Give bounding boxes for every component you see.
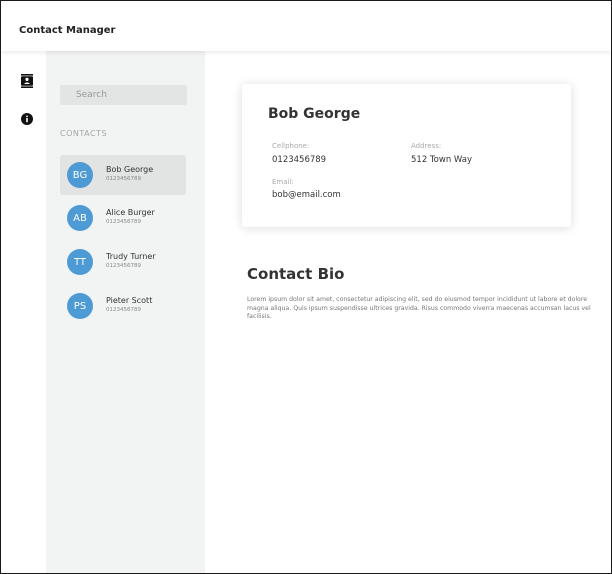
contact-bio-title: Contact Bio: [247, 265, 345, 283]
contact-item-pieter-scott[interactable]: PS Pieter Scott 0123456789: [60, 286, 186, 326]
title-bar: Contact Manager: [1, 1, 611, 51]
contact-name: Alice Burger: [106, 208, 155, 217]
avatar: PS: [67, 293, 93, 319]
contact-detail-name: Bob George: [268, 106, 361, 122]
contact-detail-card: Bob George Cellphone: 0123456789 Address…: [242, 84, 571, 227]
left-rail: [9, 51, 45, 573]
contacts-section-label: CONTACTS: [60, 129, 108, 138]
search-placeholder: Search: [76, 90, 107, 100]
contact-bio-text: Lorem ipsum dolor sit amet, consectetur …: [247, 296, 591, 320]
search-input[interactable]: Search: [60, 85, 187, 105]
address-label: Address:: [411, 142, 442, 150]
avatar: AB: [67, 205, 93, 231]
info-icon[interactable]: [19, 111, 35, 127]
cellphone-label: Cellphone:: [272, 142, 310, 150]
contact-name: Pieter Scott: [106, 296, 153, 305]
email-value: bob@email.com: [272, 190, 341, 200]
address-value: 512 Town Way: [411, 155, 473, 165]
contacts-icon[interactable]: [19, 73, 35, 89]
contact-phone: 0123456789: [106, 176, 141, 182]
contact-item-bob-george[interactable]: BG Bob George 0123456789: [60, 155, 186, 195]
app-window: Contact Manager Search CONTACTS BG Bob G…: [0, 0, 612, 574]
contact-phone: 0123456789: [106, 219, 141, 225]
contact-name: Trudy Turner: [106, 252, 156, 261]
contacts-panel: Search CONTACTS BG Bob George 0123456789…: [46, 51, 205, 573]
contact-phone: 0123456789: [106, 263, 141, 269]
contact-item-alice-burger[interactable]: AB Alice Burger 0123456789: [60, 198, 186, 238]
app-title: Contact Manager: [19, 25, 116, 36]
email-label: Email:: [272, 178, 294, 186]
contact-name: Bob George: [106, 165, 154, 174]
avatar: TT: [67, 249, 93, 275]
contact-item-trudy-turner[interactable]: TT Trudy Turner 0123456789: [60, 242, 186, 282]
cellphone-value: 0123456789: [272, 155, 327, 165]
contact-phone: 0123456789: [106, 307, 141, 313]
avatar: BG: [67, 162, 93, 188]
